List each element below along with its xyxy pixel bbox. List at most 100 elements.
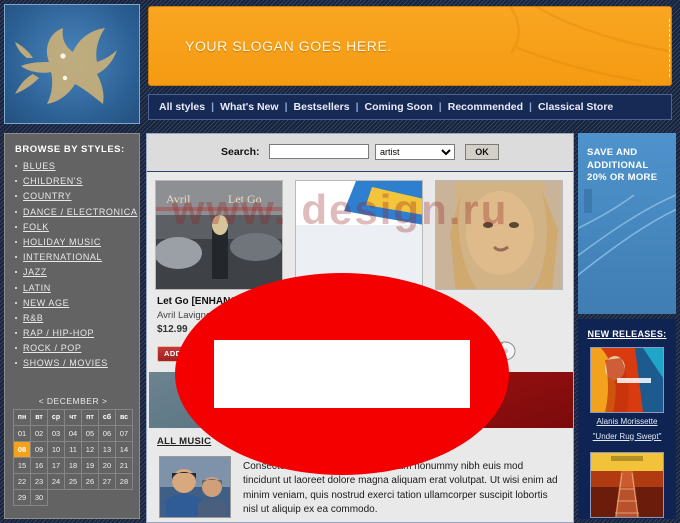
calendar-empty-cell xyxy=(81,490,98,506)
sidebar-item-international[interactable]: INTERNATIONAL xyxy=(15,252,139,262)
sidebar-item-children-s[interactable]: CHILDREN'S xyxy=(15,176,139,186)
calendar-day-29[interactable]: 29 xyxy=(12,489,32,506)
calendar-dow-чт: чт xyxy=(64,409,82,426)
swirl-decoration xyxy=(509,7,670,83)
calendar-day-25[interactable]: 25 xyxy=(64,473,82,490)
search-input[interactable] xyxy=(269,144,369,159)
calendar-day-23[interactable]: 23 xyxy=(30,473,49,490)
sidebar-item-label: INTERNATIONAL xyxy=(23,252,103,263)
calendar-week-row: 08 09 10 11 12 13 14 xyxy=(12,441,134,458)
calendar-day-01[interactable]: 01 xyxy=(12,425,32,442)
sidebar-item-blues[interactable]: BLUES xyxy=(15,161,139,171)
calendar-day-05[interactable]: 05 xyxy=(80,425,99,442)
new-releases-panel: NEW RELEASES: Alanis Morissette "Under R… xyxy=(578,319,676,519)
calendar-day-18[interactable]: 18 xyxy=(64,457,82,474)
sidebar-item-jazz[interactable]: JAZZ xyxy=(15,267,139,277)
calendar-day-09[interactable]: 09 xyxy=(30,441,49,458)
calendar-table[interactable]: пн вт ср чт пт сб вс 01 02 03 04 05 06 07 08 09 10 11 12 13… xyxy=(12,409,134,506)
sidebar-item-label: RAP / HIP-HOP xyxy=(23,328,95,339)
nav-item-classical-store[interactable]: Classical Store xyxy=(532,101,619,113)
calendar-dow-ср: ср xyxy=(47,409,65,426)
calendar-dow-вт: вт xyxy=(30,409,49,426)
calendar-day-07[interactable]: 07 xyxy=(114,425,134,442)
calendar-widget[interactable]: < DECEMBER > пн вт ср чт пт сб вс 01 02 03 04 05 06 0… xyxy=(12,396,134,506)
search-bar: Search: artisttitlelabel OK xyxy=(147,134,573,172)
sidebar-item-label: SHOWS / MOVIES xyxy=(23,358,108,369)
site-logo[interactable] xyxy=(4,4,140,124)
calendar-day-22[interactable]: 22 xyxy=(12,473,32,490)
goldfish-icon xyxy=(15,28,117,104)
calendar-dow-вс: вс xyxy=(114,409,134,426)
calendar-dow-пт: пт xyxy=(80,409,99,426)
calendar-day-13[interactable]: 13 xyxy=(97,441,116,458)
new-release-cover-0[interactable] xyxy=(590,347,664,413)
calendar-day-11[interactable]: 11 xyxy=(64,441,82,458)
calendar-day-02[interactable]: 02 xyxy=(30,425,49,442)
calendar-day-27[interactable]: 27 xyxy=(97,473,116,490)
no-entry-bar xyxy=(214,340,470,408)
left-sidebar: BROWSE BY STYLES: BLUES CHILDREN'S COUNTRY… xyxy=(4,133,140,519)
sidebar-item-label: R&B xyxy=(23,312,44,323)
sidebar-item-country[interactable]: COUNTRY xyxy=(15,191,139,201)
sidebar-item-new-age[interactable]: NEW AGE xyxy=(15,298,139,308)
calendar-day-03[interactable]: 03 xyxy=(47,425,65,442)
search-label: Search: xyxy=(221,146,260,158)
sidebar-item-label: ROCK / POP xyxy=(23,343,82,354)
sidebar-item-r-b[interactable]: R&B xyxy=(15,313,139,323)
calendar-week-row: 22 23 24 25 26 27 28 xyxy=(12,473,134,490)
calendar-empty-cell xyxy=(65,490,82,506)
nav-item-coming-soon[interactable]: Coming Soon xyxy=(359,101,439,113)
calendar-header[interactable]: < DECEMBER > xyxy=(13,396,133,406)
search-ok-button[interactable]: OK xyxy=(465,144,499,160)
calendar-day-06[interactable]: 06 xyxy=(97,425,116,442)
nav-item-bestsellers[interactable]: Bestsellers xyxy=(288,101,356,113)
sidebar-item-dance-electronica[interactable]: DANCE / ELECTRONICA xyxy=(15,207,139,217)
new-release-cover-1[interactable] xyxy=(590,452,664,518)
sidebar-item-holiday-music[interactable]: HOLIDAY MUSIC xyxy=(15,237,139,247)
calendar-dow-row: пн вт ср чт пт сб вс xyxy=(12,409,134,426)
calendar-day-17[interactable]: 17 xyxy=(47,457,65,474)
sidebar-item-latin[interactable]: LATIN xyxy=(15,283,139,293)
calendar-day-21[interactable]: 21 xyxy=(114,457,134,474)
calendar-day-28[interactable]: 28 xyxy=(114,473,134,490)
calendar-day-19[interactable]: 19 xyxy=(80,457,99,474)
calendar-week-row: 15 16 17 18 19 20 21 xyxy=(12,457,134,474)
calendar-day-24[interactable]: 24 xyxy=(47,473,65,490)
sidebar-item-label: JAZZ xyxy=(23,267,47,278)
nav-item-recommended[interactable]: Recommended xyxy=(442,101,529,113)
svg-text:Avril: Avril xyxy=(166,192,191,206)
sidebar-item-rock-pop[interactable]: ROCK / POP xyxy=(15,343,139,353)
promo-swoosh-decoration xyxy=(578,189,676,277)
new-release-artist-0[interactable]: Alanis Morissette xyxy=(578,417,676,428)
calendar-day-04[interactable]: 04 xyxy=(64,425,82,442)
slogan-text: YOUR SLOGAN GOES HERE. xyxy=(185,38,392,54)
sidebar-item-folk[interactable]: FOLK xyxy=(15,222,139,232)
new-release-album-0[interactable]: "Under Rug Swept" xyxy=(578,432,676,443)
main-navigation: All styles | What's New | Bestsellers | Coming… xyxy=(148,94,672,120)
sidebar-item-label: COUNTRY xyxy=(23,191,72,202)
calendar-day-12[interactable]: 12 xyxy=(80,441,99,458)
calendar-day-10[interactable]: 10 xyxy=(47,441,65,458)
calendar-day-08[interactable]: 08 xyxy=(12,441,32,458)
sidebar-item-label: BLUES xyxy=(23,161,56,171)
search-scope-select[interactable]: artisttitlelabel xyxy=(375,144,455,160)
calendar-day-14[interactable]: 14 xyxy=(114,441,134,458)
calendar-day-20[interactable]: 20 xyxy=(97,457,116,474)
nav-item-what-s-new[interactable]: What's New xyxy=(214,101,285,113)
calendar-day-26[interactable]: 26 xyxy=(80,473,99,490)
promo-save-banner[interactable]: SAVE AND ADDITIONAL 20% OR MORE xyxy=(578,133,676,314)
browse-by-styles-title: BROWSE BY STYLES: xyxy=(15,144,125,155)
calendar-dow-сб: сб xyxy=(97,409,116,426)
sidebar-item-label: CHILDREN'S xyxy=(23,176,83,187)
calendar-day-16[interactable]: 16 xyxy=(30,457,49,474)
sidebar-item-rap-hip-hop[interactable]: RAP / HIP-HOP xyxy=(15,328,139,338)
calendar-day-30[interactable]: 30 xyxy=(30,489,49,506)
right-sidebar: SAVE AND ADDITIONAL 20% OR MORE NEW RELE… xyxy=(578,133,676,519)
nav-item-all-styles[interactable]: All styles xyxy=(149,101,211,113)
calendar-day-15[interactable]: 15 xyxy=(12,457,32,474)
page-root: YOUR SLOGAN GOES HERE. YOUR CART No Item… xyxy=(0,0,680,523)
cart-divider xyxy=(669,19,670,77)
no-entry-sign xyxy=(175,273,509,475)
calendar-week-row: 29 30 xyxy=(12,489,133,506)
sidebar-item-shows-movies[interactable]: SHOWS / MOVIES xyxy=(15,358,139,368)
